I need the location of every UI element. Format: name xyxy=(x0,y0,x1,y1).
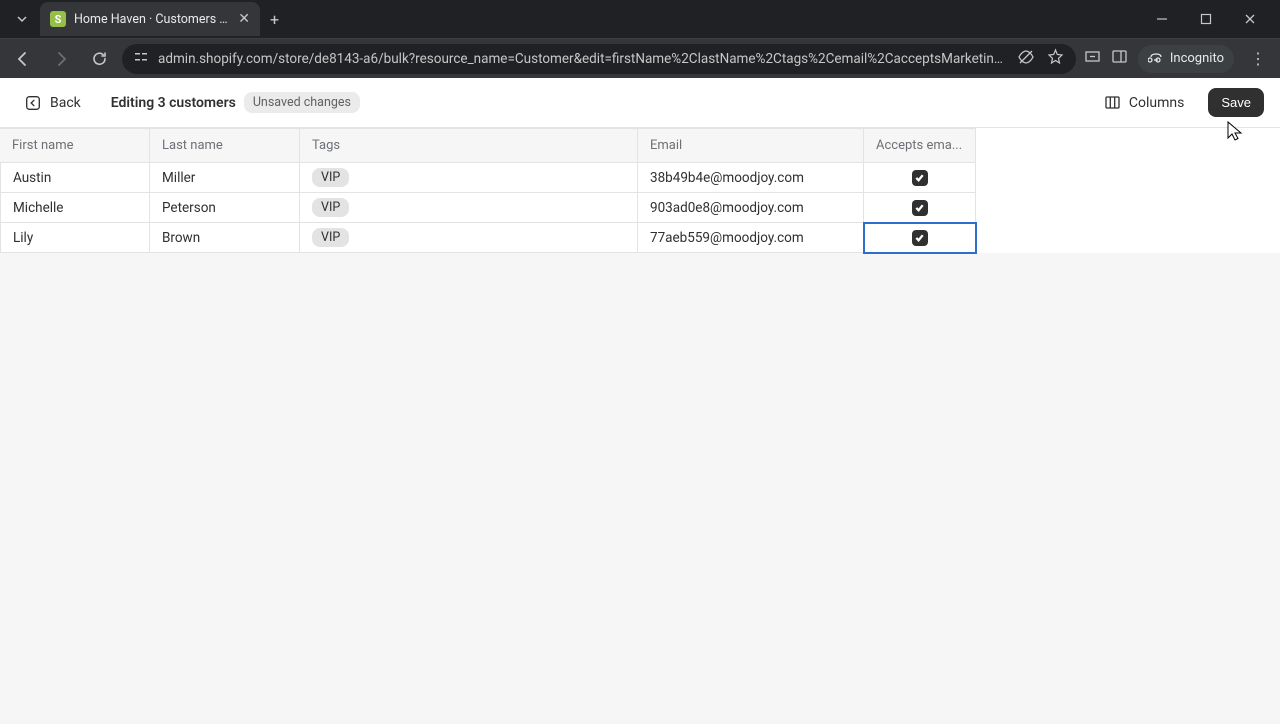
col-header-first-name[interactable]: First name xyxy=(0,128,150,163)
cell-accepts-email[interactable] xyxy=(864,193,976,223)
cell-first-name[interactable]: Austin xyxy=(0,163,150,193)
bulk-edit-table: First name Last name Tags Email Accepts … xyxy=(0,128,1280,163)
eye-off-icon[interactable] xyxy=(1017,48,1035,70)
incognito-label: Incognito xyxy=(1170,51,1224,66)
columns-label: Columns xyxy=(1129,95,1184,111)
checkbox-checked-icon[interactable] xyxy=(912,230,928,246)
cell-email[interactable]: 77aeb559@moodjoy.com xyxy=(638,223,864,253)
cell-email[interactable]: 903ad0e8@moodjoy.com xyxy=(638,193,864,223)
cell-accepts-email[interactable] xyxy=(864,163,976,193)
back-arrow-icon xyxy=(24,94,42,112)
star-icon[interactable] xyxy=(1047,48,1064,69)
save-button[interactable]: Save xyxy=(1208,88,1264,117)
page-title: Editing 3 customers xyxy=(111,95,236,111)
tab-bar: S Home Haven · Customers · Sho ✕ + xyxy=(0,0,1280,38)
empty-area xyxy=(0,253,1280,724)
tab-search-dropdown[interactable] xyxy=(8,5,36,33)
site-settings-icon[interactable] xyxy=(134,50,148,68)
address-bar: admin.shopify.com/store/de8143-a6/bulk?r… xyxy=(0,38,1280,78)
forward-icon[interactable] xyxy=(46,44,76,74)
cell-last-name[interactable]: Peterson xyxy=(150,193,300,223)
back-icon[interactable] xyxy=(8,44,38,74)
tag-pill: VIP xyxy=(312,168,349,187)
shopify-favicon-icon: S xyxy=(50,11,66,27)
incognito-badge[interactable]: Incognito xyxy=(1138,45,1234,73)
browser-menu-icon[interactable]: ⋮ xyxy=(1244,49,1272,68)
incognito-icon xyxy=(1148,49,1164,69)
cell-accepts-email[interactable] xyxy=(864,223,976,253)
checkbox-checked-icon[interactable] xyxy=(912,170,928,186)
checkbox-checked-icon[interactable] xyxy=(912,200,928,216)
close-tab-icon[interactable]: ✕ xyxy=(238,11,250,27)
cell-first-name[interactable]: Lily xyxy=(0,223,150,253)
side-panel-icon[interactable] xyxy=(1111,48,1128,69)
columns-icon xyxy=(1104,94,1121,111)
back-label: Back xyxy=(50,95,81,111)
back-button[interactable]: Back xyxy=(16,90,89,116)
close-window-icon[interactable] xyxy=(1230,4,1270,34)
col-header-email[interactable]: Email xyxy=(638,128,864,163)
media-control-icon[interactable] xyxy=(1084,48,1101,69)
app-toolbar: Back Editing 3 customers Unsaved changes… xyxy=(0,78,1280,128)
cell-tags[interactable]: VIP xyxy=(300,193,638,223)
tag-pill: VIP xyxy=(312,198,349,217)
cell-tags[interactable]: VIP xyxy=(300,163,638,193)
col-header-last-name[interactable]: Last name xyxy=(150,128,300,163)
col-header-tags[interactable]: Tags xyxy=(300,128,638,163)
table-row: AustinMiller VIP 38b49b4e@moodjoy.com xyxy=(0,163,1280,193)
table-row: LilyBrown VIP 77aeb559@moodjoy.com xyxy=(0,223,1280,253)
reload-icon[interactable] xyxy=(84,44,114,74)
browser-tab[interactable]: S Home Haven · Customers · Sho ✕ xyxy=(40,2,260,36)
cell-last-name[interactable]: Brown xyxy=(150,223,300,253)
url-input[interactable]: admin.shopify.com/store/de8143-a6/bulk?r… xyxy=(122,44,1076,74)
columns-button[interactable]: Columns xyxy=(1094,88,1194,117)
cell-last-name[interactable]: Miller xyxy=(150,163,300,193)
cell-first-name[interactable]: Michelle xyxy=(0,193,150,223)
cell-tags[interactable]: VIP xyxy=(300,223,638,253)
table-row: MichellePeterson VIP 903ad0e8@moodjoy.com xyxy=(0,193,1280,223)
col-header-accepts-email[interactable]: Accepts ema... xyxy=(864,128,976,163)
new-tab-button[interactable]: + xyxy=(270,10,279,29)
tag-pill: VIP xyxy=(312,228,349,247)
minimize-icon[interactable] xyxy=(1142,4,1182,34)
status-badge: Unsaved changes xyxy=(244,92,360,113)
url-text: admin.shopify.com/store/de8143-a6/bulk?r… xyxy=(158,51,1007,67)
maximize-icon[interactable] xyxy=(1186,4,1226,34)
tab-title: Home Haven · Customers · Sho xyxy=(74,12,230,27)
cell-email[interactable]: 38b49b4e@moodjoy.com xyxy=(638,163,864,193)
